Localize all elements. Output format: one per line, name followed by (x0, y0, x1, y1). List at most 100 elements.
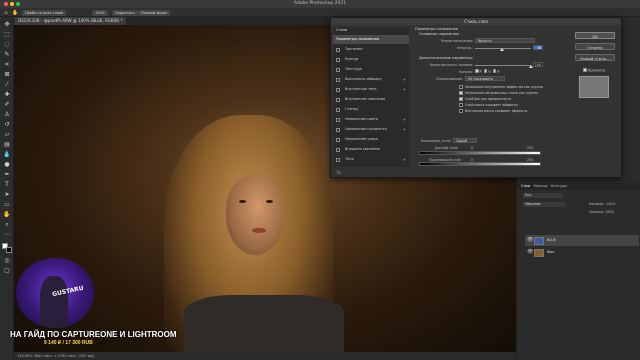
eye-icon[interactable]: 👁 (527, 250, 533, 255)
style-list-item[interactable]: Внутренняя тень + (333, 85, 409, 94)
style-enable-checkbox[interactable] (336, 157, 340, 162)
style-list-item[interactable]: Контур (333, 55, 409, 64)
screen-mode-icon[interactable]: ▢ (3, 267, 11, 275)
opacity-slider-handle[interactable] (499, 48, 504, 51)
style-list-item[interactable]: Выполнить обводку + (333, 75, 409, 84)
style-list-item[interactable]: Текстура (333, 65, 409, 74)
style-list-item[interactable]: Наложение цвета + (333, 115, 409, 124)
layer-blend-mode-select[interactable]: Обычные (523, 202, 565, 207)
more-tools-icon[interactable]: ⋯ (3, 231, 11, 239)
style-list-item[interactable]: Внешнее свечение (333, 145, 409, 154)
crop-tool-icon[interactable]: ⌗ (3, 61, 11, 69)
style-enable-checkbox[interactable] (336, 57, 340, 62)
add-style-instance-icon[interactable]: + (403, 85, 406, 94)
clone-stamp-tool-icon[interactable]: ♙ (3, 111, 11, 119)
style-enable-checkbox[interactable] (336, 77, 340, 82)
channel-r-checkbox[interactable] (475, 69, 479, 73)
brush-tool-icon[interactable]: ✐ (3, 101, 11, 109)
style-enable-checkbox[interactable] (336, 67, 340, 72)
this-layer-gradient-slider[interactable] (419, 151, 541, 155)
style-list-item-label: Текстура (345, 67, 362, 71)
advanced-option-checkbox[interactable] (459, 91, 463, 95)
style-list-item[interactable]: Внутреннее свечение (333, 95, 409, 104)
zoom-tool-icon[interactable]: ⌕ (3, 221, 11, 229)
hand-tool-icon[interactable]: ✋ (3, 211, 11, 219)
blend-if-select[interactable]: Серый (453, 138, 477, 143)
ok-button[interactable]: OK (575, 32, 615, 39)
blending-options-panel: Параметры наложения Основные параметры Р… (415, 27, 565, 167)
fit-screen-button[interactable]: Подогнать (112, 9, 138, 16)
blur-tool-icon[interactable]: 💧 (3, 151, 11, 159)
eye-icon[interactable]: 👁 (527, 238, 533, 243)
hand-tool-icon[interactable]: ✋ (12, 10, 18, 16)
type-tool-icon[interactable]: T (3, 181, 11, 189)
style-list-item[interactable]: Тиснение (333, 45, 409, 54)
style-list-item[interactable]: Глянец (333, 105, 409, 114)
style-enable-checkbox[interactable] (336, 97, 340, 102)
fill-opacity-input[interactable]: 100 (533, 62, 543, 67)
style-enable-checkbox[interactable] (336, 147, 340, 152)
style-enable-checkbox[interactable] (336, 137, 340, 142)
tab-paths[interactable]: Контуры (551, 184, 567, 188)
knockout-select[interactable]: Не показывать (465, 76, 505, 81)
cancel-button[interactable]: Отмена (575, 43, 615, 50)
channel-b-checkbox[interactable] (492, 69, 497, 73)
preview-checkbox[interactable] (583, 68, 587, 72)
layer-row[interactable]: 👁 BLUE (525, 235, 639, 246)
document-tab[interactable]: DSC0C108 – @prodfh.ARW @ 140% (BLUE, RGB… (14, 17, 127, 25)
advanced-option-checkbox[interactable] (459, 103, 463, 107)
zoom-100-button[interactable]: 100% (92, 9, 109, 16)
history-brush-tool-icon[interactable]: ↺ (3, 121, 11, 129)
dodge-tool-icon[interactable]: ● (3, 161, 11, 169)
fill-opacity-slider[interactable] (475, 65, 531, 66)
eyedropper-tool-icon[interactable]: ⁄ (3, 81, 11, 89)
tab-layers[interactable]: Слои (521, 184, 530, 188)
move-tool-icon[interactable]: ✥ (3, 21, 11, 29)
tab-channels[interactable]: Каналы (533, 184, 547, 188)
new-style-button[interactable]: Новый стиль... (575, 54, 615, 61)
style-enable-checkbox[interactable] (336, 117, 340, 122)
home-icon[interactable]: ⌂ (3, 10, 9, 16)
advanced-option-checkbox[interactable] (459, 85, 463, 89)
advanced-option-checkbox[interactable] (459, 97, 463, 101)
style-enable-checkbox[interactable] (336, 87, 340, 92)
marquee-tool-icon[interactable]: ⬚ (3, 31, 11, 39)
layer-row[interactable]: 👁 Фон (525, 247, 639, 258)
blend-if-value: Серый (456, 139, 467, 143)
blend-mode-select[interactable]: Яркость (475, 38, 535, 43)
rectangle-tool-icon[interactable]: ▭ (3, 201, 11, 209)
quick-mask-icon[interactable]: ◎ (3, 257, 11, 265)
pen-tool-icon[interactable]: ✒ (3, 171, 11, 179)
background-color-swatch[interactable] (6, 247, 12, 253)
add-style-instance-icon[interactable]: + (403, 155, 406, 164)
add-style-instance-icon[interactable]: + (403, 125, 406, 134)
eraser-tool-icon[interactable]: ▱ (3, 131, 11, 139)
photo-shirt (184, 295, 344, 352)
channel-g-checkbox[interactable] (483, 69, 488, 73)
style-list-item[interactable]: Наложение градиента + (333, 125, 409, 134)
style-list-item[interactable]: Тень + (333, 155, 409, 164)
healing-brush-tool-icon[interactable]: ✚ (3, 91, 11, 99)
path-select-tool-icon[interactable]: ➤ (3, 191, 11, 199)
quick-select-tool-icon[interactable]: ✎ (3, 51, 11, 59)
opacity-label: Непрозр.: (456, 46, 473, 50)
layer-fill-field[interactable]: Заливка: 100% (589, 210, 614, 214)
add-style-instance-icon[interactable]: + (403, 75, 406, 84)
style-enable-checkbox[interactable] (336, 107, 340, 112)
style-list-item[interactable]: Наложение узора (333, 135, 409, 144)
fill-screen-button[interactable]: Полный экран (138, 9, 171, 16)
lasso-tool-icon[interactable]: ◌ (3, 41, 11, 49)
gradient-tool-icon[interactable]: ▤ (3, 141, 11, 149)
sample-all-layers-toggle[interactable]: Пробы со всех слоев (22, 9, 67, 16)
opacity-input[interactable]: 48 (533, 45, 543, 50)
add-style-instance-icon[interactable]: + (403, 115, 406, 124)
underlying-layer-gradient-slider[interactable] (419, 162, 541, 166)
layer-opacity-field[interactable]: Непрозр.: 100% (589, 202, 615, 206)
style-enable-checkbox[interactable] (336, 127, 340, 132)
style-list-item[interactable]: Параметры наложения (333, 35, 409, 44)
layers-search-field[interactable]: Вид (523, 193, 563, 198)
style-enable-checkbox[interactable] (336, 47, 340, 52)
advanced-option-checkbox[interactable] (459, 109, 463, 113)
fx-icon[interactable]: fx (337, 170, 341, 175)
frame-tool-icon[interactable]: ⊠ (3, 71, 11, 79)
